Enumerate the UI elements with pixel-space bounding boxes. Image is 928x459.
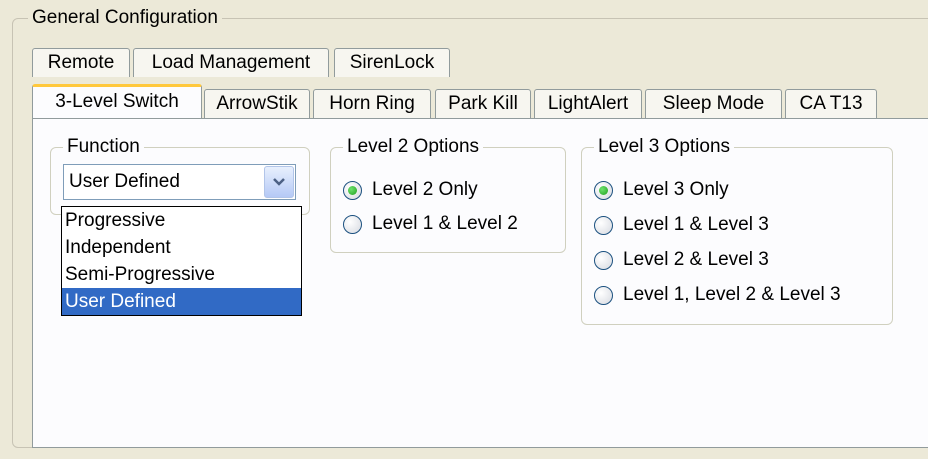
tab-remote[interactable]: Remote	[32, 48, 130, 77]
radio-label: Level 1 & Level 3	[623, 214, 769, 235]
dropdown-option-semi-progressive[interactable]: Semi-Progressive	[62, 261, 301, 288]
tab-3-level-switch[interactable]: 3-Level Switch	[32, 84, 202, 118]
radio-level-1-and-level-2[interactable]: Level 1 & Level 2	[343, 210, 518, 238]
radio-label: Level 3 Only	[623, 179, 729, 200]
radio-level-3-only[interactable]: Level 3 Only	[594, 176, 729, 204]
radio-level-2-and-level-3[interactable]: Level 2 & Level 3	[594, 246, 769, 274]
dropdown-option-user-defined[interactable]: User Defined	[62, 288, 301, 315]
function-combobox[interactable]: User Defined	[63, 164, 296, 200]
tab-horn-ring[interactable]: Horn Ring	[313, 89, 431, 118]
radio-level-2-only[interactable]: Level 2 Only	[343, 176, 478, 204]
dropdown-option-independent[interactable]: Independent	[62, 234, 301, 261]
chevron-down-icon[interactable]	[264, 166, 294, 198]
radio-button[interactable]	[594, 250, 613, 270]
radio-label: Level 1 & Level 2	[372, 213, 518, 234]
radio-button-checked[interactable]	[594, 180, 613, 200]
tab-park-kill[interactable]: Park Kill	[435, 89, 531, 118]
tab-sirenlock[interactable]: SirenLock	[334, 48, 450, 77]
level-3-options-group: Level 3 Options Level 3 Only Level 1 & L…	[581, 134, 893, 325]
function-group: Function User Defined	[50, 134, 310, 215]
level-2-options-group: Level 2 Options Level 2 Only Level 1 & L…	[330, 134, 566, 253]
tab-sleep-mode[interactable]: Sleep Mode	[645, 89, 782, 118]
radio-label: Level 1, Level 2 & Level 3	[623, 284, 841, 305]
radio-label: Level 2 Only	[372, 179, 478, 200]
tab-arrowstik[interactable]: ArrowStik	[204, 89, 310, 118]
tab-lightalert[interactable]: LightAlert	[534, 89, 642, 118]
tab-ca-t13[interactable]: CA T13	[785, 89, 877, 118]
function-dropdown-list: Progressive Independent Semi-Progressive…	[61, 206, 302, 316]
level-2-options-legend: Level 2 Options	[343, 134, 484, 160]
function-legend: Function	[63, 134, 144, 160]
radio-button[interactable]	[594, 285, 613, 305]
tab-load-management[interactable]: Load Management	[133, 48, 329, 77]
general-configuration-title: General Configuration	[28, 6, 222, 30]
radio-button[interactable]	[594, 215, 613, 235]
radio-button[interactable]	[343, 214, 362, 234]
function-selected-value: User Defined	[69, 171, 180, 192]
dropdown-option-progressive[interactable]: Progressive	[62, 207, 301, 234]
level-3-options-legend: Level 3 Options	[594, 134, 735, 160]
radio-button-checked[interactable]	[343, 180, 362, 200]
radio-label: Level 2 & Level 3	[623, 249, 769, 270]
radio-level-1-level-2-and-level-3[interactable]: Level 1, Level 2 & Level 3	[594, 281, 841, 309]
radio-level-1-and-level-3[interactable]: Level 1 & Level 3	[594, 211, 769, 239]
